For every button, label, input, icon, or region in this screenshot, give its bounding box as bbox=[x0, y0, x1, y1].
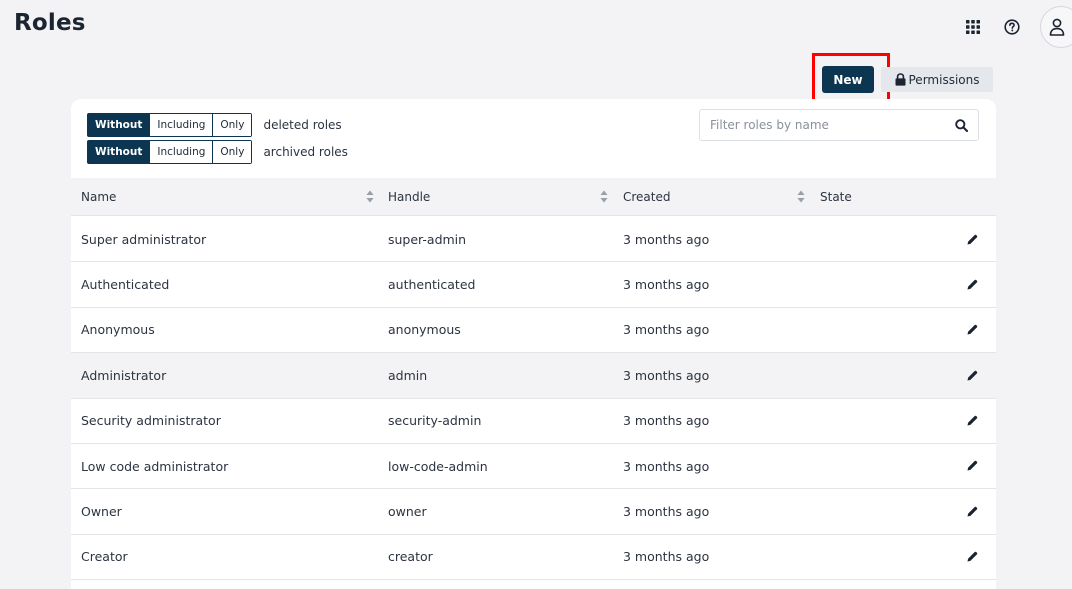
edit-button[interactable] bbox=[964, 367, 980, 383]
table-row[interactable]: Anonymous anonymous 3 months ago bbox=[71, 308, 996, 354]
pencil-icon bbox=[967, 234, 977, 244]
deleted-filter-only[interactable]: Only bbox=[213, 114, 252, 136]
edit-button[interactable] bbox=[964, 276, 980, 292]
permissions-button[interactable]: Permissions bbox=[881, 67, 993, 92]
deleted-roles-filter: Without Including Only deleted roles bbox=[87, 113, 342, 137]
user-icon bbox=[1049, 18, 1065, 36]
roles-card: Without Including Only deleted roles Wit… bbox=[71, 99, 996, 589]
edit-button[interactable] bbox=[964, 458, 980, 474]
sort-handle-icon[interactable] bbox=[600, 190, 608, 203]
cell-handle: owner bbox=[388, 504, 427, 520]
table-row[interactable]: Administrator admin 3 months ago bbox=[71, 353, 996, 399]
column-header-state: State bbox=[820, 190, 852, 204]
new-role-button[interactable]: New bbox=[822, 66, 874, 93]
cell-handle: creator bbox=[388, 549, 433, 565]
cell-created: 3 months ago bbox=[623, 413, 710, 429]
table-row[interactable]: Authenticated authenticated 3 months ago bbox=[71, 262, 996, 308]
cell-name: Authenticated bbox=[81, 277, 170, 293]
pencil-icon bbox=[967, 370, 977, 381]
cell-name: Security administrator bbox=[81, 413, 221, 429]
search-box bbox=[699, 109, 979, 141]
cell-created: 3 months ago bbox=[623, 231, 710, 247]
archived-filter-including[interactable]: Including bbox=[150, 141, 214, 163]
cell-handle: low-code-admin bbox=[388, 458, 488, 474]
column-header-handle[interactable]: Handle bbox=[388, 178, 430, 216]
search-input[interactable] bbox=[700, 110, 944, 140]
permissions-label: Permissions bbox=[908, 72, 980, 87]
edit-button[interactable] bbox=[964, 549, 980, 565]
cell-name: Creator bbox=[81, 549, 128, 565]
edit-button[interactable] bbox=[964, 503, 980, 519]
search-button[interactable] bbox=[944, 110, 978, 140]
cell-name: Administrator bbox=[81, 367, 167, 383]
table-row[interactable]: Security administrator security-admin 3 … bbox=[71, 399, 996, 444]
deleted-filter-including[interactable]: Including bbox=[150, 114, 214, 136]
edit-button[interactable] bbox=[964, 413, 980, 429]
user-avatar-button[interactable] bbox=[1040, 6, 1072, 48]
deleted-filter-segmented-control: Without Including Only bbox=[87, 113, 253, 137]
cell-handle: authenticated bbox=[388, 277, 476, 293]
table-row[interactable]: Owner owner 3 months ago bbox=[71, 489, 996, 535]
cell-name: Low code administrator bbox=[81, 458, 229, 474]
column-header-created[interactable]: Created bbox=[623, 178, 671, 216]
cell-created: 3 months ago bbox=[623, 277, 710, 293]
cell-handle: anonymous bbox=[388, 322, 461, 338]
cell-name: Owner bbox=[81, 504, 122, 520]
pencil-icon bbox=[967, 551, 977, 562]
search-icon bbox=[954, 118, 968, 132]
help-circle-icon[interactable] bbox=[1001, 16, 1023, 38]
cell-handle: security-admin bbox=[388, 413, 482, 429]
archived-filter-label: archived roles bbox=[263, 145, 348, 159]
archived-filter-only[interactable]: Only bbox=[213, 141, 252, 163]
apps-grid-icon[interactable] bbox=[962, 16, 984, 38]
sort-created-icon[interactable] bbox=[797, 190, 805, 203]
cell-created: 3 months ago bbox=[623, 367, 710, 383]
deleted-filter-without[interactable]: Without bbox=[88, 114, 151, 136]
column-header-name[interactable]: Name bbox=[81, 178, 116, 216]
edit-button[interactable] bbox=[964, 322, 980, 338]
cell-name: Anonymous bbox=[81, 322, 155, 338]
edit-button[interactable] bbox=[964, 231, 980, 247]
table-body: Super administrator super-admin 3 months… bbox=[71, 217, 996, 581]
cell-created: 3 months ago bbox=[623, 504, 710, 520]
archived-roles-filter: Without Including Only archived roles bbox=[87, 140, 348, 164]
table-header: Name Handle Created State bbox=[71, 178, 996, 216]
pencil-icon bbox=[967, 506, 977, 517]
pencil-icon bbox=[967, 415, 977, 426]
cell-created: 3 months ago bbox=[623, 322, 710, 338]
cell-created: 3 months ago bbox=[623, 458, 710, 474]
table-row[interactable]: Creator creator 3 months ago bbox=[71, 535, 996, 581]
page-title: Roles bbox=[14, 10, 86, 36]
sort-name-icon[interactable] bbox=[366, 190, 374, 203]
cell-handle: admin bbox=[388, 367, 428, 383]
cell-handle: super-admin bbox=[388, 231, 467, 247]
pencil-icon bbox=[967, 279, 977, 290]
pencil-icon bbox=[967, 461, 977, 471]
archived-filter-segmented-control: Without Including Only bbox=[87, 140, 253, 164]
table-row[interactable]: Low code administrator low-code-admin 3 … bbox=[71, 444, 996, 490]
lock-icon bbox=[895, 73, 905, 86]
cell-name: Super administrator bbox=[81, 231, 207, 247]
cell-created: 3 months ago bbox=[623, 549, 710, 565]
deleted-filter-label: deleted roles bbox=[263, 118, 342, 132]
table-row[interactable]: Super administrator super-admin 3 months… bbox=[71, 217, 996, 263]
header-actions bbox=[962, 6, 1072, 48]
pencil-icon bbox=[967, 325, 977, 335]
archived-filter-without[interactable]: Without bbox=[88, 141, 151, 163]
